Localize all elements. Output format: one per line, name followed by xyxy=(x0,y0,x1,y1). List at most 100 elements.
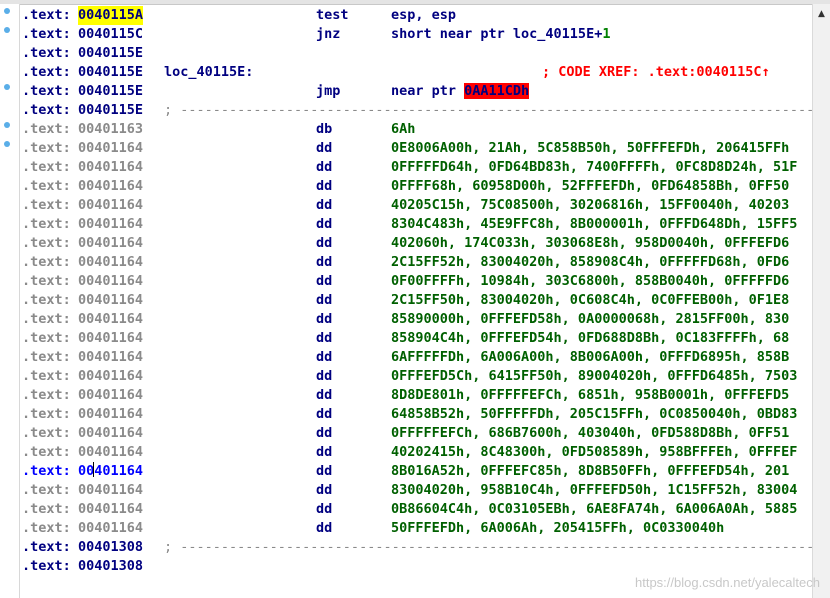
breakpoint-marker-icon[interactable] xyxy=(4,141,10,147)
listing-row[interactable]: .text: 0040115C jnz short near ptr loc_4011… xyxy=(22,25,812,44)
address[interactable]: 00401164 xyxy=(78,500,143,519)
address[interactable]: 0040115E xyxy=(78,82,143,101)
listing-row[interactable]: .text: 0040115E jmp near ptr 0AA11CDh xyxy=(22,82,812,101)
instruction-operands[interactable]: 2C15FF50h, 83004020h, 0C608C4h, 0C0FFEB0… xyxy=(391,291,789,310)
address[interactable]: 0040115A xyxy=(78,6,144,25)
address[interactable]: 00401164 xyxy=(78,329,143,348)
listing-row[interactable]: .text: 00401164 dd 402060h, 174C033h, 30306… xyxy=(22,234,812,253)
address[interactable]: 00401164 xyxy=(78,253,143,272)
address[interactable]: 00401163 xyxy=(78,120,143,139)
instruction-operands[interactable]: 8B016A52h, 0FFFEFC85h, 8D8B50FFh, 0FFFEF… xyxy=(391,462,789,481)
scroll-up-arrow-icon[interactable]: ▲ xyxy=(814,6,829,21)
listing-row[interactable]: .text: 00401164 dd 0FFFFFEFCh, 686B7600h, 4… xyxy=(22,424,812,443)
listing-row[interactable]: .text: 0040115E ; ------------------------… xyxy=(22,101,812,120)
instruction-operands[interactable]: 50FFFEFDh, 6A006Ah, 205415FFh, 0C0330040… xyxy=(391,519,724,538)
invalid-target-reference[interactable]: 0AA11CDh xyxy=(464,83,530,99)
instruction-operands[interactable]: 0FFFF68h, 60958D00h, 52FFFEFDh, 0FD64858… xyxy=(391,177,789,196)
address[interactable]: 00401164 xyxy=(78,177,143,196)
listing-row[interactable]: .text: 00401164 dd 0FFFEFD5Ch, 6415FF50h, 8… xyxy=(22,367,812,386)
address[interactable]: 00401164 xyxy=(78,139,143,158)
instruction-operands[interactable]: 2C15FF52h, 83004020h, 858908C4h, 0FFFFFD… xyxy=(391,253,789,272)
address[interactable]: 00401164 xyxy=(78,367,143,386)
listing-row[interactable]: .text: 0040115A test esp, esp xyxy=(22,6,812,25)
listing-row[interactable]: .text: 00401164 dd 8B016A52h, 0FFFEFC85h, 8… xyxy=(22,462,812,481)
address[interactable]: 00401308 xyxy=(78,557,143,576)
listing-row[interactable]: .text: 00401164 dd 50FFFEFDh, 6A006Ah, 2054… xyxy=(22,519,812,538)
instruction-operands[interactable]: near ptr 0AA11CDh xyxy=(391,82,530,101)
address[interactable]: 00401308 xyxy=(78,538,143,557)
listing-row[interactable]: .text: 00401164 dd 0F00FFFFh, 10984h, 303C6… xyxy=(22,272,812,291)
listing-row[interactable]: .text: 00401164 dd 6AFFFFFDh, 6A006A00h, 8B… xyxy=(22,348,812,367)
instruction-operands[interactable]: 8D8DE801h, 0FFFFFEFCh, 6851h, 958B0001h,… xyxy=(391,386,789,405)
instruction-operands[interactable]: 40205C15h, 75C08500h, 30206816h, 15FF004… xyxy=(391,196,789,215)
instruction-operands[interactable]: 858904C4h, 0FFFEFD54h, 0FD688D8Bh, 0C183… xyxy=(391,329,789,348)
address[interactable]: 00401164 xyxy=(78,291,143,310)
address[interactable]: 0040115E xyxy=(78,44,143,63)
address[interactable]: 00401164 xyxy=(78,443,143,462)
listing-row[interactable]: .text: 00401164 dd 83004020h, 958B10C4h, 0F… xyxy=(22,481,812,500)
listing-row[interactable]: .text: 00401164 dd 2C15FF52h, 83004020h, 85… xyxy=(22,253,812,272)
listing-row[interactable]: .text: 00401164 dd 85890000h, 0FFFEFD58h, 0… xyxy=(22,310,812,329)
address[interactable]: 00401164 xyxy=(78,158,143,177)
instruction-operands[interactable]: 0FFFFFEFCh, 686B7600h, 403040h, 0FD588D8… xyxy=(391,424,789,443)
instruction-operands[interactable]: 0E8006A00h, 21Ah, 5C858B50h, 50FFFEFDh, … xyxy=(391,139,789,158)
instruction-operands[interactable]: 0B86604C4h, 0C03105EBh, 6AE8FA74h, 6A006… xyxy=(391,500,797,519)
listing-row[interactable]: .text: 00401164 dd 0B86604C4h, 0C03105EBh, … xyxy=(22,500,812,519)
instruction-operands[interactable]: 64858B52h, 50FFFFFDh, 205C15FFh, 0C08500… xyxy=(391,405,797,424)
address[interactable]: 00401164 xyxy=(78,348,143,367)
listing-row[interactable]: .text: 0040115E xyxy=(22,44,812,63)
instruction-operands[interactable]: 85890000h, 0FFFEFD58h, 0A0000068h, 2815F… xyxy=(391,310,789,329)
segment-prefix: .text: xyxy=(22,121,71,137)
instruction-operands[interactable]: 0FFFFFD64h, 0FD64BD83h, 7400FFFFh, 0FC8D… xyxy=(391,158,797,177)
listing-row[interactable]: .text: 00401164 dd 8D8DE801h, 0FFFFFEFCh, 6… xyxy=(22,386,812,405)
address[interactable]: 00401164 xyxy=(78,272,143,291)
instruction-operands[interactable]: 83004020h, 958B10C4h, 0FFFEFD50h, 1C15FF… xyxy=(391,481,797,500)
address[interactable]: 00401164 xyxy=(78,386,143,405)
address[interactable]: 00401164 xyxy=(78,405,143,424)
address[interactable]: 00401164 xyxy=(78,234,143,253)
address[interactable]: 00401164 xyxy=(78,196,143,215)
listing-row[interactable]: .text: 00401164 dd 0FFFF68h, 60958D00h, 52F… xyxy=(22,177,812,196)
disassembly-listing[interactable]: .text: 0040115A test esp, esp .text: 0040115C… xyxy=(22,6,812,586)
address[interactable]: 00401164 xyxy=(78,310,143,329)
breakpoint-marker-icon[interactable] xyxy=(4,27,10,33)
listing-row[interactable]: .text: 00401164 dd 8304C483h, 45E9FFC8h, 8B… xyxy=(22,215,812,234)
instruction-operands[interactable]: 0F00FFFFh, 10984h, 303C6800h, 858B0040h,… xyxy=(391,272,789,291)
address[interactable]: 00401164 xyxy=(78,215,143,234)
operand-text: 8304C483h, 45E9FFC8h, 8B000001h, 0FFFD64… xyxy=(391,216,798,232)
vertical-scrollbar[interactable]: ▲ xyxy=(812,4,830,598)
xref-comment[interactable]: ; CODE XREF: .text:0040115C↑ xyxy=(542,63,770,82)
address[interactable]: 00401164 xyxy=(78,424,143,443)
breakpoint-marker-icon[interactable] xyxy=(4,84,10,90)
breakpoint-gutter[interactable] xyxy=(0,4,19,598)
listing-row[interactable]: .text: 00401308 ; ------------------------… xyxy=(22,538,812,557)
instruction-mnemonic: dd xyxy=(316,520,333,536)
instruction-operands[interactable]: 6Ah xyxy=(391,120,415,139)
listing-row[interactable]: .text: 0040115E loc_40115E: ; CODE XREF: .t… xyxy=(22,63,812,82)
listing-row[interactable]: .text: 00401164 dd 0FFFFFD64h, 0FD64BD83h, … xyxy=(22,158,812,177)
address[interactable]: 00401164 xyxy=(78,481,143,500)
instruction-operands[interactable]: short near ptr loc_40115E+1 xyxy=(391,25,610,44)
listing-row[interactable]: .text: 00401164 dd 0E8006A00h, 21Ah, 5C858B… xyxy=(22,139,812,158)
instruction-operands[interactable]: 40202415h, 8C48300h, 0FD508589h, 958BFFF… xyxy=(391,443,797,462)
breakpoint-marker-icon[interactable] xyxy=(4,122,10,128)
listing-row[interactable]: .text: 00401163 db 6Ah xyxy=(22,120,812,139)
listing-row[interactable]: .text: 00401164 dd 858904C4h, 0FFFEFD54h, 0… xyxy=(22,329,812,348)
listing-row[interactable]: .text: 00401308 xyxy=(22,557,812,576)
address[interactable]: 0040115C xyxy=(78,25,143,44)
address[interactable]: 00401164 xyxy=(78,519,143,538)
listing-row[interactable]: .text: 00401164 dd 64858B52h, 50FFFFFDh, 20… xyxy=(22,405,812,424)
instruction-operands[interactable]: 402060h, 174C033h, 303068E8h, 958D0040h,… xyxy=(391,234,789,253)
address[interactable]: 0040115E xyxy=(78,101,143,120)
instruction-operands[interactable]: 8304C483h, 45E9FFC8h, 8B000001h, 0FFFD64… xyxy=(391,215,797,234)
instruction-operands[interactable]: esp, esp xyxy=(391,6,456,25)
listing-row[interactable]: .text: 00401164 dd 2C15FF50h, 83004020h, 0C… xyxy=(22,291,812,310)
code-label[interactable]: loc_40115E: xyxy=(164,63,253,82)
listing-row[interactable]: .text: 00401164 dd 40202415h, 8C48300h, 0FD… xyxy=(22,443,812,462)
instruction-operands[interactable]: 6AFFFFFDh, 6A006A00h, 8B006A00h, 0FFFD68… xyxy=(391,348,789,367)
address[interactable]: 0040115E xyxy=(78,63,143,82)
breakpoint-marker-icon[interactable] xyxy=(4,8,10,14)
instruction-operands[interactable]: 0FFFEFD5Ch, 6415FF50h, 89004020h, 0FFFD6… xyxy=(391,367,797,386)
listing-row[interactable]: .text: 00401164 dd 40205C15h, 75C08500h, 30… xyxy=(22,196,812,215)
address[interactable]: 00401164 xyxy=(78,462,143,481)
